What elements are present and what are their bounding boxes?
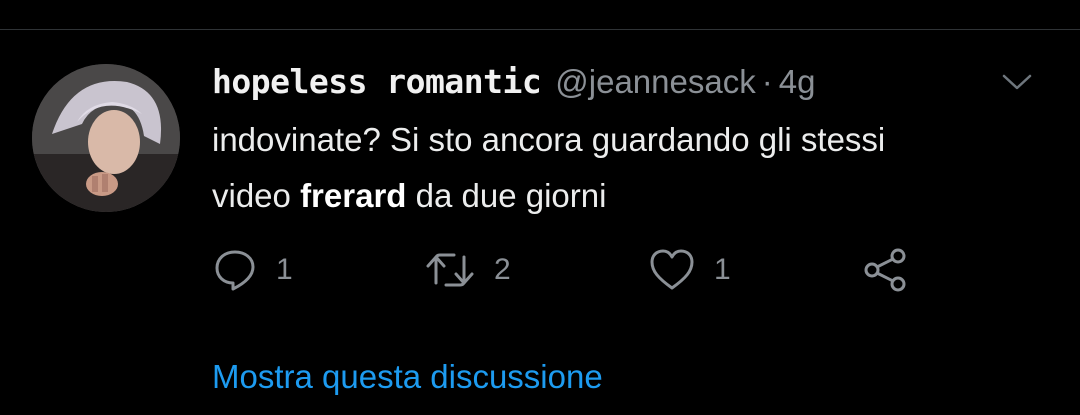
like-button[interactable]: 1 [648, 246, 731, 294]
retweet-icon [426, 253, 474, 287]
reply-icon [215, 250, 255, 291]
heart-icon [650, 249, 694, 290]
tweet-timestamp[interactable]: 4g [779, 63, 816, 101]
tweet-text-line-2: video frerard da due giorni [212, 168, 1062, 224]
user-handle[interactable]: @jeannesack [555, 63, 755, 101]
show-thread-link[interactable]: Mostra questa discussione [212, 358, 603, 396]
display-name[interactable]: hopeless romantic [212, 62, 542, 101]
avatar[interactable] [32, 64, 180, 212]
chevron-down-icon[interactable] [1000, 70, 1034, 94]
reply-count: 1 [276, 253, 293, 286]
tweet-text: indovinate? Si sto ancora guardando gli … [212, 112, 1062, 224]
tweet-actions: 1 2 1 [212, 246, 932, 294]
tweet-text-bold: frerard [300, 177, 407, 214]
reply-button[interactable]: 1 [212, 246, 293, 294]
avatar-image [32, 64, 180, 212]
tweet-text-line-1: indovinate? Si sto ancora guardando gli … [212, 121, 886, 158]
tweet-text-post: da due giorni [406, 177, 607, 214]
retweet-button[interactable]: 2 [424, 246, 511, 294]
top-divider [0, 29, 1080, 30]
share-button[interactable] [862, 246, 908, 294]
tweet-text-pre: video [212, 177, 301, 214]
share-icon [864, 248, 906, 292]
tweet-header: hopeless romantic @jeannesack · 4g [212, 62, 815, 106]
like-count: 1 [714, 253, 731, 286]
separator-dot: · [761, 63, 773, 100]
retweet-count: 2 [494, 253, 511, 286]
